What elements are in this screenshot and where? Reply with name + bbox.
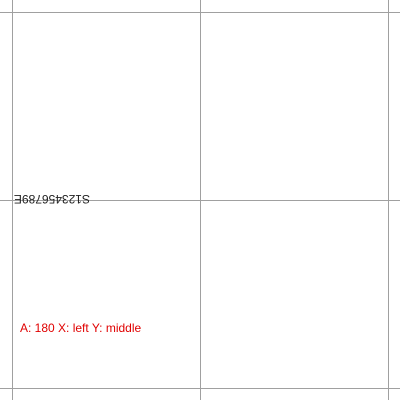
alignment-info-label: A: 180 X: left Y: middle — [20, 321, 142, 335]
rotated-sample-text: S123456789E — [13, 192, 90, 206]
test-canvas: S123456789E A: 180 X: left Y: middle — [0, 0, 400, 400]
grid-line-horizontal-bottom — [0, 388, 400, 389]
grid-line-horizontal-top — [0, 12, 400, 13]
